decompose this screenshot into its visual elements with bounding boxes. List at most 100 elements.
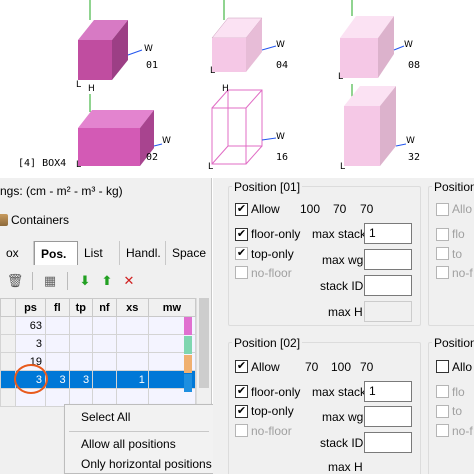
tab-positions[interactable]: Pos. (34, 241, 78, 265)
cell-xs[interactable] (115, 334, 149, 353)
delete-icon[interactable]: 🗑 (4, 271, 26, 291)
stack-id-01-label: stack ID (320, 279, 364, 293)
menu-item-only-horizontal-positions[interactable]: Only horizontal positions (81, 457, 212, 471)
axis-w-label: W (276, 132, 285, 142)
floor-only-01-checkbox[interactable]: ✔ (235, 228, 248, 241)
cell-xs[interactable] (115, 352, 149, 371)
cell-tp[interactable] (68, 352, 94, 371)
tab-handling[interactable]: Handl. (120, 241, 166, 265)
max-wg-02-input[interactable] (364, 406, 412, 427)
stack-id-01-input[interactable] (364, 275, 412, 296)
cell-nf[interactable] (92, 316, 117, 335)
stack-id-02-input[interactable] (364, 432, 412, 453)
context-menu: Select All Allow all positions Only hori… (64, 404, 214, 474)
axis-l-label: L (210, 66, 216, 76)
move-down-icon[interactable]: ⬇ (74, 271, 96, 291)
dim-02-width: 100 (331, 360, 352, 374)
col-header-mw[interactable]: mw (147, 298, 197, 317)
cell-ps[interactable]: 63 (15, 316, 46, 335)
no-floor-01-label: no-floor (251, 266, 292, 280)
cell-nf[interactable] (92, 370, 117, 389)
col-header-nf[interactable]: nf (92, 298, 117, 317)
cell-fl[interactable] (45, 316, 70, 335)
cell-fl[interactable] (45, 334, 70, 353)
box-08-shape (340, 0, 405, 78)
grid-view-icon[interactable]: ▦ (39, 271, 61, 291)
top-only-04-checkbox[interactable] (436, 405, 449, 418)
table-row[interactable]: 63 (0, 316, 197, 335)
allow-04-checkbox[interactable] (436, 360, 449, 373)
tab-list[interactable]: List (78, 241, 120, 265)
cell-tp[interactable] (68, 334, 94, 353)
top-only-02-label: top-only (251, 404, 294, 418)
position-01-title: Position [01] (232, 180, 303, 194)
no-floor-02-checkbox[interactable] (235, 424, 248, 437)
floor-only-04-checkbox[interactable] (436, 385, 449, 398)
containers-button[interactable]: Containers (0, 210, 69, 230)
no-floor-04-checkbox[interactable] (436, 424, 449, 437)
position-03-title: Position (432, 180, 474, 194)
cell-fl[interactable] (45, 352, 70, 371)
max-stack-02-input[interactable]: 1 (364, 381, 412, 402)
axis-l-label: L (76, 80, 82, 90)
menu-item-select-all[interactable]: Select All (81, 410, 130, 424)
row-header[interactable] (0, 352, 16, 371)
cell-xs[interactable]: 1 (115, 370, 149, 389)
max-stack-01-input[interactable]: 1 (364, 223, 412, 244)
max-h-02-label: max H (328, 460, 363, 474)
floor-only-04-label: flo (452, 385, 465, 399)
col-header-xs[interactable]: xs (115, 298, 149, 317)
max-stack-02-label: max stack (312, 385, 367, 399)
remove-icon[interactable]: ✕ (118, 271, 140, 291)
max-h-01-input[interactable] (364, 301, 412, 322)
axis-l-label: L (208, 162, 214, 172)
tab-box[interactable]: ox (0, 241, 34, 265)
top-only-01-checkbox[interactable]: ✔ (235, 247, 248, 260)
col-header-tp[interactable]: tp (68, 298, 94, 317)
row-color-swatch (184, 355, 192, 373)
cell-tp[interactable]: 3 (68, 370, 94, 389)
tab-bar: ox Pos. List Handl. Space (0, 241, 212, 265)
cell-tp[interactable] (68, 316, 94, 335)
col-header-ps[interactable]: ps (15, 298, 46, 317)
top-only-02-checkbox[interactable]: ✔ (235, 405, 248, 418)
cell-nf[interactable] (92, 334, 117, 353)
grid-corner (0, 298, 16, 317)
top-only-03-label: to (452, 247, 463, 261)
col-header-fl[interactable]: fl (45, 298, 70, 317)
no-floor-04-label: no-f (452, 424, 473, 438)
box-16-shape (211, 89, 277, 165)
floor-only-02-checkbox[interactable]: ✔ (235, 385, 248, 398)
row-header[interactable] (0, 388, 16, 407)
dim-01-height: 70 (360, 202, 374, 216)
menu-item-allow-all-positions[interactable]: Allow all positions (81, 437, 176, 451)
scene-caption: [4] BOX4 (18, 158, 67, 169)
row-header[interactable] (0, 334, 16, 353)
cell-ps[interactable]: 3 (15, 334, 46, 353)
no-floor-03-checkbox[interactable] (436, 266, 449, 279)
no-floor-01-checkbox[interactable] (235, 266, 248, 279)
top-only-03-checkbox[interactable] (436, 247, 449, 260)
allow-02-checkbox[interactable]: ✔ (235, 360, 248, 373)
max-wg-01-input[interactable] (364, 249, 412, 270)
dim-02-length: 70 (305, 360, 319, 374)
cell-fl[interactable]: 3 (45, 370, 70, 389)
scrollbar-thumb[interactable] (199, 298, 209, 388)
box-label-08: 08 (408, 60, 421, 71)
tab-space[interactable]: Space (166, 241, 212, 265)
move-up-icon[interactable]: ⬆ (96, 271, 118, 291)
floor-only-03-checkbox[interactable] (436, 228, 449, 241)
max-stack-01-label: max stack (312, 227, 367, 241)
box-32-shape (344, 84, 407, 166)
allow-03-checkbox[interactable] (436, 203, 449, 216)
table-row[interactable]: 3 (0, 334, 197, 353)
floor-only-02-label: floor-only (251, 385, 301, 399)
cell-nf[interactable] (92, 352, 117, 371)
stack-id-02-label: stack ID (320, 436, 364, 450)
cell-xs[interactable] (115, 316, 149, 335)
row-header[interactable] (0, 316, 16, 335)
grid-header-row: ps fl tp nf xs mw (0, 298, 197, 317)
allow-01-label: Allow (251, 202, 280, 216)
allow-01-checkbox[interactable]: ✔ (235, 203, 248, 216)
menu-separator (69, 431, 209, 432)
